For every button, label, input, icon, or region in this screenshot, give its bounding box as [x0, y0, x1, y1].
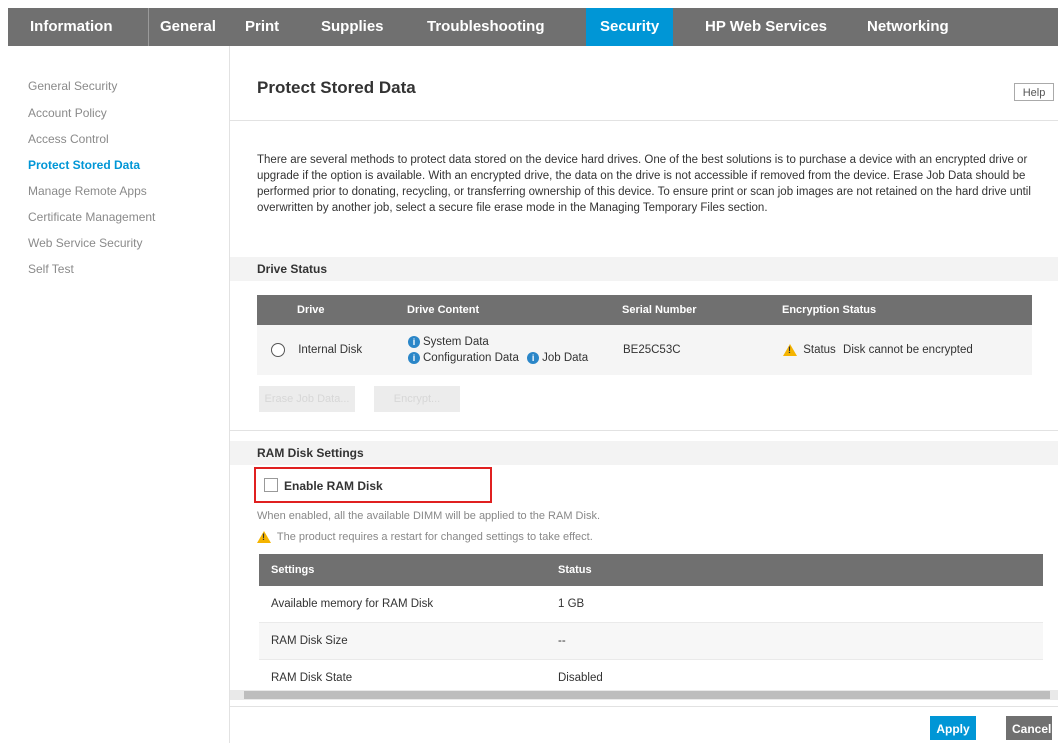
tab-hp-web-services[interactable]: HP Web Services	[705, 8, 827, 46]
page-title: Protect Stored Data	[257, 78, 416, 97]
sidebar-item-general-security[interactable]: General Security	[28, 79, 117, 93]
table-row: Internal Disk i System Data i Configuratio…	[257, 325, 1032, 375]
content-configuration-data: Configuration Data	[423, 351, 519, 364]
header-divider	[230, 120, 1058, 121]
info-icon[interactable]: i	[408, 351, 420, 364]
tab-supplies[interactable]: Supplies	[321, 8, 384, 46]
column-header-status: Status	[557, 554, 1043, 586]
tab-information[interactable]: Information	[30, 8, 113, 46]
serial-number-cell: BE25C53C	[622, 325, 782, 375]
ram-disk-note: When enabled, all the available DIMM wil…	[257, 510, 600, 522]
column-header-settings: Settings	[259, 554, 557, 586]
footer-divider	[230, 706, 1058, 707]
column-header-encryption-status: Encryption Status	[782, 295, 1032, 325]
setting-name: Available memory for RAM Disk	[259, 586, 557, 623]
drive-status-title: Drive Status	[257, 262, 328, 276]
content-system-data: System Data	[423, 336, 489, 349]
info-icon[interactable]: i	[408, 336, 420, 349]
ram-disk-table: Settings Status Available memory for RAM…	[259, 554, 1043, 697]
section-divider	[230, 430, 1058, 431]
info-icon[interactable]: i	[527, 351, 540, 364]
content-job-data: Job Data	[542, 351, 589, 364]
drive-status-section-bar	[230, 257, 1058, 281]
drive-name: Internal Disk	[298, 344, 363, 357]
help-button[interactable]: Help	[1014, 83, 1054, 101]
drive-content-cell: i System Data i Configuration Data i Job Da…	[407, 325, 622, 375]
tab-separator	[148, 8, 149, 46]
page-description: There are several methods to protect dat…	[257, 154, 1031, 214]
enable-ram-disk-label[interactable]: Enable RAM Disk	[284, 479, 383, 493]
table-header-row: Settings Status	[259, 554, 1043, 586]
sidebar-item-protect-stored-data[interactable]: Protect Stored Data	[28, 158, 140, 172]
column-header-drive: Drive	[257, 295, 407, 325]
setting-name: RAM Disk Size	[259, 622, 557, 660]
column-header-drive-content: Drive Content	[407, 295, 622, 325]
warning-icon	[257, 531, 271, 544]
column-header-serial-number: Serial Number	[622, 295, 782, 325]
restart-warning: The product requires a restart for chang…	[257, 531, 593, 544]
ram-disk-title: RAM Disk Settings	[257, 446, 364, 460]
encrypt-button[interactable]: Encrypt...	[374, 386, 460, 412]
table-header-row: Drive Drive Content Serial Number Encryp…	[257, 295, 1032, 325]
tab-networking[interactable]: Networking	[867, 8, 949, 46]
tab-security[interactable]: Security	[586, 8, 674, 46]
sidebar-item-web-service-security[interactable]: Web Service Security	[28, 236, 143, 250]
scrollbar-thumb[interactable]	[244, 691, 1050, 699]
top-nav-bar: Information General Print Supplies Troub…	[8, 8, 1058, 46]
tab-print[interactable]: Print	[245, 8, 279, 46]
setting-status: 1 GB	[557, 586, 1043, 623]
erase-job-data-button[interactable]: Erase Job Data...	[259, 386, 355, 412]
sidebar-item-manage-remote-apps[interactable]: Manage Remote Apps	[28, 184, 147, 198]
sidebar-item-self-test[interactable]: Self Test	[28, 262, 74, 276]
sidebar-divider	[229, 46, 230, 743]
encryption-status-text: Disk cannot be encrypted	[843, 344, 973, 357]
drive-radio-button[interactable]	[271, 343, 285, 357]
sidebar-item-certificate-management[interactable]: Certificate Management	[28, 210, 155, 224]
table-row: Available memory for RAM Disk 1 GB	[259, 586, 1043, 623]
drive-status-table: Drive Drive Content Serial Number Encryp…	[257, 295, 1032, 375]
warning-icon	[783, 343, 797, 356]
encryption-status-prefix: Status	[803, 344, 836, 357]
sidebar-item-access-control[interactable]: Access Control	[28, 132, 109, 146]
encryption-status-cell: Status Disk cannot be encrypted	[782, 325, 1032, 375]
cancel-button[interactable]: Cancel	[1006, 716, 1052, 740]
table-row: RAM Disk Size --	[259, 622, 1043, 660]
apply-button[interactable]: Apply	[930, 716, 976, 740]
tab-general[interactable]: General	[160, 8, 216, 46]
enable-ram-disk-checkbox[interactable]	[264, 478, 278, 492]
drive-cell: Internal Disk	[257, 325, 407, 375]
sidebar-item-account-policy[interactable]: Account Policy	[28, 106, 107, 120]
restart-warning-text: The product requires a restart for chang…	[276, 531, 593, 543]
horizontal-scrollbar[interactable]	[230, 690, 1058, 700]
setting-status: --	[557, 622, 1043, 660]
tab-troubleshooting[interactable]: Troubleshooting	[427, 8, 545, 46]
